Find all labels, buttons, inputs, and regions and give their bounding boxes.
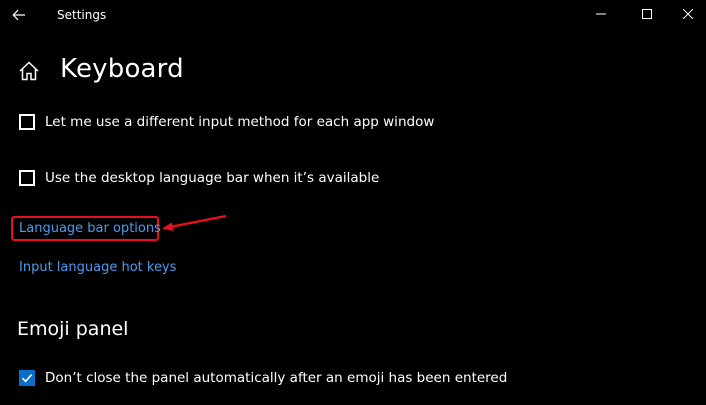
option-different-input-method[interactable]: Let me use a different input method for … bbox=[19, 111, 434, 133]
page-title: Keyboard bbox=[60, 54, 184, 84]
checkbox-emoji-panel-keep-open[interactable] bbox=[19, 370, 35, 386]
emoji-panel-heading: Emoji panel bbox=[17, 318, 129, 340]
home-button[interactable] bbox=[18, 60, 40, 82]
maximize-button[interactable] bbox=[624, 2, 670, 26]
option-label: Let me use a different input method for … bbox=[45, 114, 435, 130]
close-icon bbox=[683, 9, 693, 19]
close-button[interactable] bbox=[670, 2, 706, 26]
option-label: Use the desktop language bar when it’s a… bbox=[45, 170, 380, 186]
minimize-icon bbox=[596, 13, 606, 15]
input-language-hot-keys-link[interactable]: Input language hot keys bbox=[19, 260, 176, 275]
maximize-icon bbox=[642, 9, 652, 19]
checkbox-different-input-method[interactable] bbox=[19, 114, 35, 130]
language-bar-options-link[interactable]: Language bar options bbox=[19, 221, 161, 236]
option-desktop-language-bar[interactable]: Use the desktop language bar when it’s a… bbox=[19, 167, 379, 189]
option-label: Don’t close the panel automatically afte… bbox=[45, 370, 508, 386]
settings-window: Settings Keyboard Let me use a different… bbox=[0, 0, 706, 405]
back-arrow-icon bbox=[12, 9, 25, 21]
window-title: Settings bbox=[57, 8, 107, 22]
minimize-button[interactable] bbox=[578, 2, 624, 26]
title-bar: Settings bbox=[0, 0, 706, 32]
back-button[interactable] bbox=[6, 3, 32, 27]
option-emoji-panel-keep-open[interactable]: Don’t close the panel automatically afte… bbox=[19, 367, 507, 389]
home-icon bbox=[19, 61, 39, 81]
checkmark-icon bbox=[21, 374, 33, 383]
checkbox-desktop-language-bar[interactable] bbox=[19, 170, 35, 186]
annotation-arrow-icon bbox=[162, 214, 227, 231]
